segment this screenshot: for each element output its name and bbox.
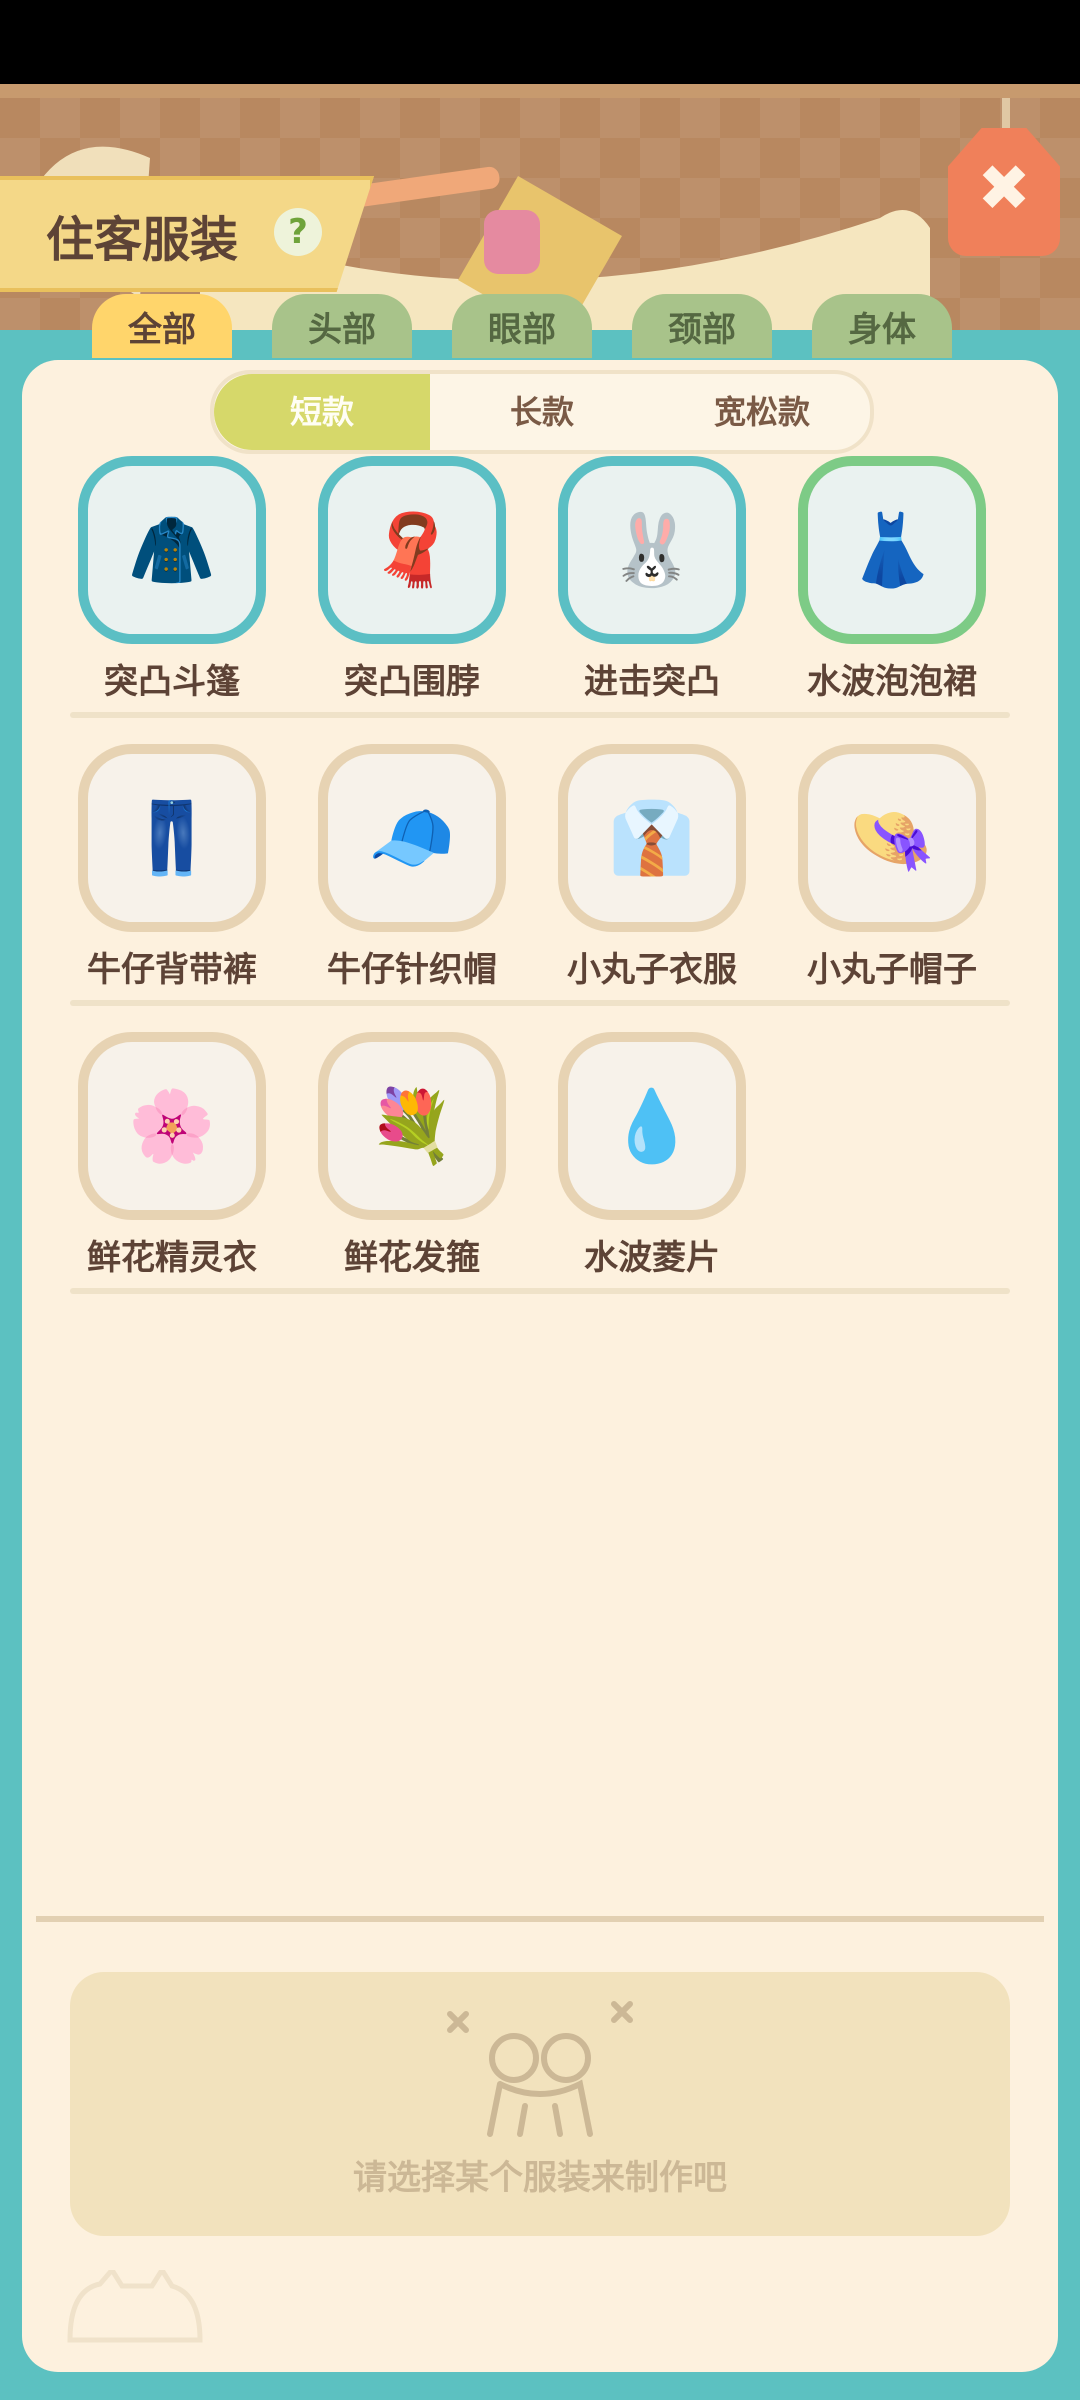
water-charm-icon: 💧 (568, 1042, 736, 1210)
shirt-icon: 👔 (568, 754, 736, 922)
item-name: 突凸斗篷 (104, 662, 240, 702)
empty-state-message: 请选择某个服装来制作吧 (353, 2158, 727, 2198)
tab-all[interactable]: 全部 (92, 294, 232, 358)
item-name: 突凸围脖 (344, 662, 480, 702)
row-divider (70, 712, 1010, 718)
length-filter: 短款 长款 宽松款 (210, 370, 874, 454)
tab-loose[interactable]: 宽松款 (654, 374, 870, 450)
item-name: 小丸子衣服 (567, 950, 737, 990)
close-icon: ✖ (977, 152, 1031, 226)
item-card-yellow-hat[interactable]: 👒 (798, 744, 986, 932)
item-name: 鲜花精灵衣 (87, 1238, 257, 1278)
tab-short[interactable]: 短款 (214, 374, 430, 450)
tab-body[interactable]: 身体 (812, 294, 952, 358)
tab-head[interactable]: 头部 (272, 294, 412, 358)
cape-icon: 🧥 (88, 466, 256, 634)
item-card-bubble-skirt[interactable]: 👗 (798, 456, 986, 644)
frog-icon (447, 2001, 633, 2137)
item-card-water-charm[interactable]: 💧 (558, 1032, 746, 1220)
bunny-hat-icon: 🐰 (568, 466, 736, 634)
item-name: 水波菱片 (584, 1238, 720, 1278)
close-button[interactable]: ✖ (948, 128, 1060, 256)
item-card-cape[interactable]: 🧥 (78, 456, 266, 644)
item-name: 牛仔针织帽 (327, 950, 497, 990)
tab-long[interactable]: 长款 (434, 374, 650, 450)
bubble-skirt-icon: 👗 (808, 466, 976, 634)
flower-dress-icon: 🌸 (88, 1042, 256, 1210)
item-card-bunny-hat[interactable]: 🐰 (558, 456, 746, 644)
tab-neck[interactable]: 颈部 (632, 294, 772, 358)
help-icon[interactable]: ? (274, 208, 322, 256)
scarf-icon: 🧣 (328, 466, 496, 634)
tab-eyes[interactable]: 眼部 (452, 294, 592, 358)
row-divider (70, 1000, 1010, 1006)
item-name: 小丸子帽子 (807, 950, 977, 990)
status-bar (0, 0, 1080, 84)
cat-watermark-icon (67, 2270, 203, 2343)
item-card-flower-dress[interactable]: 🌸 (78, 1032, 266, 1220)
item-card-knit-hat[interactable]: 🧢 (318, 744, 506, 932)
yellow-hat-icon: 👒 (808, 754, 976, 922)
item-card-shirt[interactable]: 👔 (558, 744, 746, 932)
item-name: 进击突凸 (584, 662, 720, 702)
empty-state-box: 请选择某个服装来制作吧 (70, 1972, 1010, 2236)
header-strip (0, 84, 1080, 98)
row-divider (70, 1288, 1010, 1294)
item-name: 鲜花发箍 (344, 1238, 480, 1278)
page-title: 住客服装 (46, 212, 239, 268)
item-name: 水波泡泡裙 (807, 662, 977, 702)
item-card-scarf[interactable]: 🧣 (318, 456, 506, 644)
item-card-overalls[interactable]: 👖 (78, 744, 266, 932)
overalls-icon: 👖 (88, 754, 256, 922)
item-name: 牛仔背带裤 (87, 950, 257, 990)
knit-hat-icon: 🧢 (328, 754, 496, 922)
item-card-flower-headband[interactable]: 💐 (318, 1032, 506, 1220)
bottom-divider (36, 1916, 1044, 1922)
flower-headband-icon: 💐 (328, 1042, 496, 1210)
